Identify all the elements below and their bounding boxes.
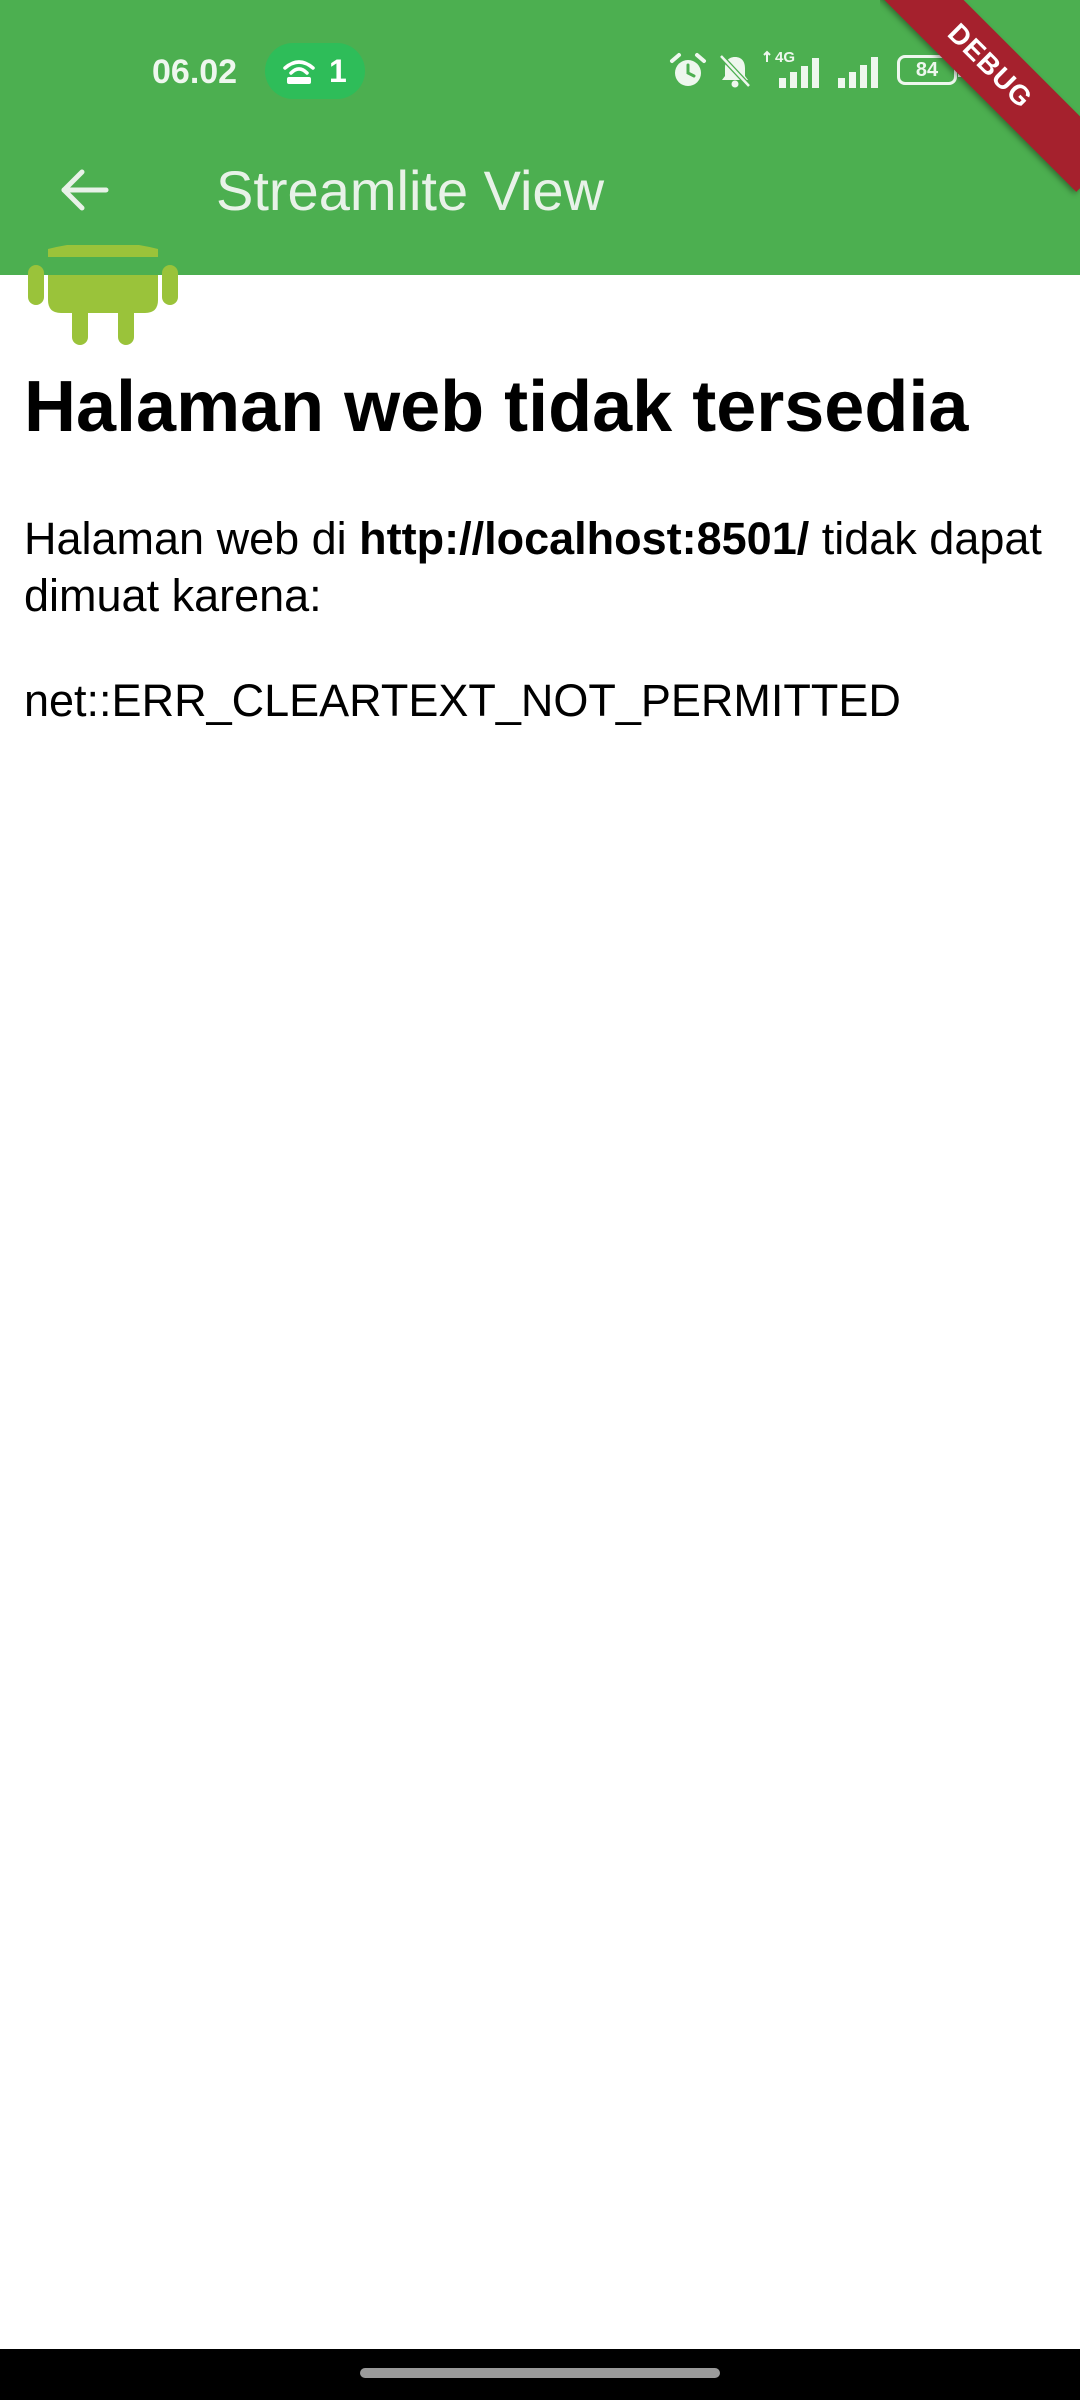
page-title: Streamlite View <box>216 159 605 222</box>
network-type: 4G <box>775 49 795 66</box>
hotspot-indicator: 1 <box>265 43 365 99</box>
alarm-icon <box>670 53 706 86</box>
hotspot-icon <box>283 60 315 84</box>
error-code: net::ERR_CLEARTEXT_NOT_PERMITTED <box>24 675 901 726</box>
error-url: http://localhost:8501/ <box>359 513 810 564</box>
arrow-back-icon <box>61 169 109 211</box>
hotspot-count: 1 <box>329 53 347 89</box>
debug-banner: DEBUG <box>880 0 1080 200</box>
home-indicator[interactable] <box>360 2368 720 2378</box>
status-time: 06.02 <box>152 53 238 91</box>
signal-icon: 4G <box>763 49 819 88</box>
signal-icon <box>838 57 878 88</box>
debug-banner-label: DEBUG <box>880 0 1080 192</box>
android-robot-icon <box>28 245 178 345</box>
error-message: Halaman web di http://localhost:8501/ ti… <box>24 510 1054 624</box>
error-message-prefix: Halaman web di <box>24 513 360 564</box>
back-button[interactable] <box>44 150 124 230</box>
error-heading: Halaman web tidak tersedia <box>24 367 969 447</box>
mute-icon <box>719 54 751 88</box>
